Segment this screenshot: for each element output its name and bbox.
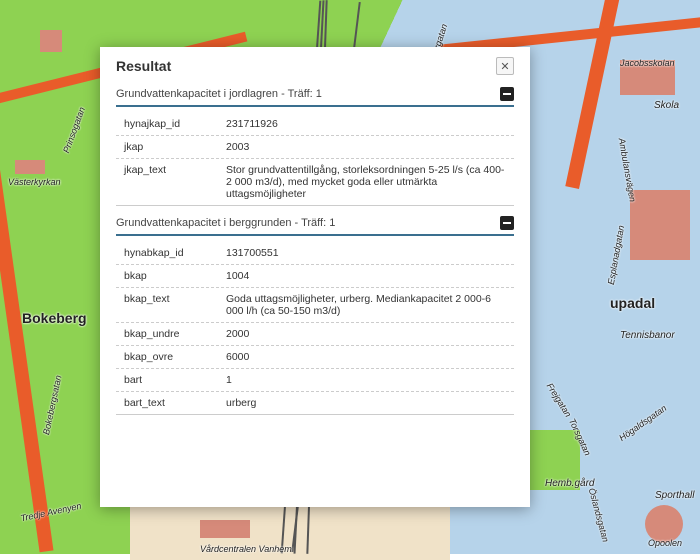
table-row: jkap_text Stor grundvattentillgång, storl… [116,159,514,206]
street-label: Högaldsgatan [617,403,668,443]
row-value: 2000 [226,328,510,340]
map-building [40,30,62,52]
street-label: Bokebergsatan [41,374,63,435]
table-row: bkap_text Goda uttagsmöjligheter, urberg.… [116,288,514,323]
table-row: hynabkap_id 131700551 [116,242,514,265]
section-rows-berggrunden: hynabkap_id 131700551 bkap 1004 bkap_text G… [116,242,514,415]
row-key: bkap_ovre [124,351,216,363]
row-value: 1 [226,374,510,386]
table-row: bkap 1004 [116,265,514,288]
place-label-vardcentralen: Vårdcentralen Vanhem [200,544,292,554]
place-label-sporthall: Sporthall [655,490,694,501]
row-key: jkap [124,141,216,153]
map-building [200,520,250,538]
table-row: jkap 2003 [116,136,514,159]
row-key: jkap_text [124,164,216,200]
street-label: Prinsogatan [61,106,87,155]
row-value: Stor grundvattentillgång, storleksordnin… [226,164,510,200]
row-key: bkap [124,270,216,282]
row-value: 131700551 [226,247,510,259]
street-label: Esplanadgatan [606,225,626,286]
collapse-icon[interactable] [500,216,514,230]
place-label-upadal: upadal [610,295,655,311]
table-row: bart 1 [116,369,514,392]
row-value: 2003 [226,141,510,153]
section-title: Grundvattenkapacitet i berggrunden - Trä… [116,217,335,229]
popup-title: Resultat [116,58,171,74]
row-value: Goda uttagsmöjligheter, urberg. Medianka… [226,293,510,317]
row-value: 1004 [226,270,510,282]
row-key: bart [124,374,216,386]
place-label-jacobsskolan: Jacobsskolan [620,58,675,68]
row-key: hynajkap_id [124,118,216,130]
table-row: bkap_ovre 6000 [116,346,514,369]
result-popup: Resultat ✕ Grundvattenkapacitet i jordla… [100,47,530,507]
section-title: Grundvattenkapacitet i jordlagren - Träf… [116,88,322,100]
row-value: 6000 [226,351,510,363]
section-header-jordlagren[interactable]: Grundvattenkapacitet i jordlagren - Träf… [116,83,514,107]
section-rows-jordlagren: hynajkap_id 231711926 jkap 2003 jkap_text S… [116,113,514,206]
street-label: Frejgatan [545,381,574,419]
section-header-berggrunden[interactable]: Grundvattenkapacitet i berggrunden - Trä… [116,212,514,236]
place-label-skola: Skola [654,100,679,111]
row-key: bart_text [124,397,216,409]
row-key: bkap_undre [124,328,216,340]
street-label: Öslandsgatan [587,487,611,543]
street-label: Tredje Avenyen [20,501,83,524]
row-value: urberg [226,397,510,409]
map-building [15,160,45,174]
place-label-vasterkyrkan: Västerkyrkan [8,177,61,187]
map-building [630,190,690,260]
place-label-opoolen: Opoolen [648,538,682,548]
row-key: bkap_text [124,293,216,317]
street-label: Ambulansvägen [617,137,638,202]
row-key: hynabkap_id [124,247,216,259]
table-row: bkap_undre 2000 [116,323,514,346]
place-label-hembgard: Hemb.gård [545,478,594,489]
table-row: bart_text urberg [116,392,514,415]
collapse-icon[interactable] [500,87,514,101]
place-label-tennisbanor: Tennisbanor [620,330,675,341]
place-label-bokeberg: Bokeberg [22,310,87,326]
close-icon: ✕ [500,60,509,73]
close-button[interactable]: ✕ [496,57,514,75]
table-row: hynajkap_id 231711926 [116,113,514,136]
row-value: 231711926 [226,118,510,130]
